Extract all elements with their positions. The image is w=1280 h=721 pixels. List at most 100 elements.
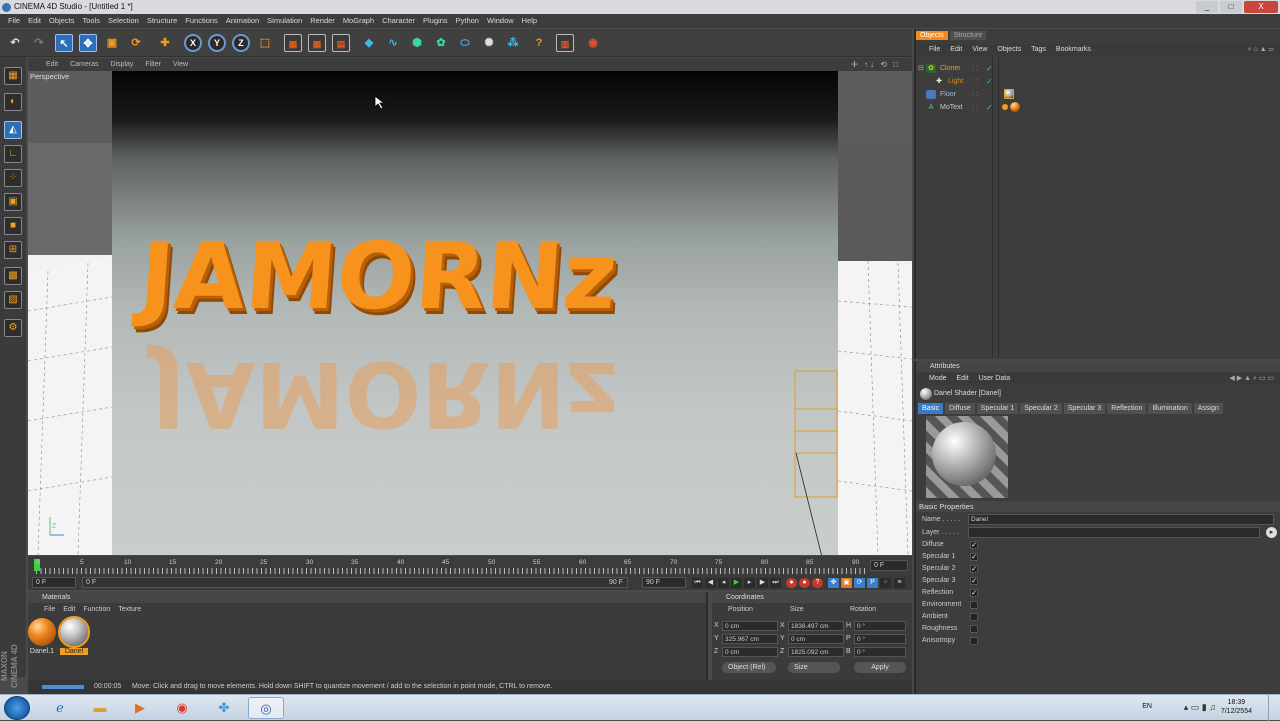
visibility-dots[interactable]: :: (972, 75, 980, 88)
material-orange-swatch[interactable] (28, 618, 56, 646)
prop-checkbox[interactable]: ✓ (970, 541, 978, 549)
tab-assign[interactable]: Assign (1193, 403, 1223, 414)
sculpt-icon[interactable]: ⚙ (4, 319, 22, 337)
environment-icon[interactable]: ⁂ (504, 34, 522, 52)
render-picture-viewer-icon[interactable]: ▦ (308, 34, 326, 52)
tray-icons[interactable]: ▴ ▭ ▮ ♫ (1184, 702, 1216, 713)
om-menu-objects[interactable]: Objects (992, 44, 1026, 56)
menu-animation[interactable]: Animation (222, 14, 263, 28)
menu-structure[interactable]: Structure (143, 14, 181, 28)
prev-key-icon[interactable]: ◀ (705, 578, 716, 588)
coordinate-system-icon[interactable]: ⬚ (256, 34, 274, 52)
live-selection-icon[interactable]: ↖ (55, 34, 73, 52)
position-key-icon[interactable]: ✥ (828, 578, 839, 588)
tab-structure[interactable]: Structure (949, 31, 987, 40)
file-explorer-icon[interactable]: ▬ (82, 697, 118, 719)
material-preview[interactable] (926, 416, 1008, 498)
rot-h-field[interactable]: 0 ° (854, 621, 906, 631)
menu-help[interactable]: Help (518, 14, 541, 28)
menu-mograph[interactable]: MoGraph (339, 14, 378, 28)
viewport[interactable]: JAMORNz JAMORNz Perspective Z (28, 71, 912, 555)
object-name[interactable]: Cloner (940, 62, 961, 75)
x-axis-lock-icon[interactable]: X (184, 34, 202, 52)
goto-start-icon[interactable]: ⏮ (692, 578, 703, 588)
om-menu-tags[interactable]: Tags (1026, 44, 1051, 56)
enabled-check[interactable]: ✓ (986, 75, 993, 88)
material-label-selected[interactable]: Danel (60, 648, 88, 655)
attr-menu-user-data[interactable]: User Data (974, 373, 1016, 385)
object-row-light[interactable]: ✚ Light :: ✓ (918, 75, 1280, 88)
materials-menu-texture[interactable]: Texture (114, 604, 145, 615)
timeline[interactable]: 0 5 10 15 20 25 30 35 40 45 50 55 60 65 … (28, 556, 912, 576)
enabled-check[interactable]: ✓ (986, 101, 993, 114)
minimize-button[interactable]: _ (1196, 1, 1218, 13)
object-row-cloner[interactable]: ⊟ ✿ Cloner :: ✓ (918, 62, 1280, 75)
size-z-field[interactable]: 1825.092 cm (788, 647, 844, 657)
tab-objects[interactable]: Objects (916, 31, 948, 40)
enabled-check[interactable]: ✓ (986, 62, 993, 75)
visibility-dots[interactable]: :: (972, 88, 980, 101)
maximize-button[interactable]: □ (1220, 1, 1242, 13)
cinema4d-taskbar-icon[interactable]: ◎ (248, 697, 284, 719)
viewport-nav-icons[interactable]: ✛ ↑↓ ⟲ □ (845, 58, 906, 71)
keyframe-selection-icon[interactable]: ? (812, 578, 823, 588)
current-frame-field[interactable]: 0 F (870, 560, 908, 571)
prop-checkbox[interactable]: ✓ (970, 577, 978, 585)
media-player-icon[interactable]: ▶ (122, 697, 158, 719)
viewport-menu-filter[interactable]: Filter (139, 58, 167, 71)
materials-menu-file[interactable]: File (40, 604, 59, 615)
model-mode-icon[interactable]: ◐ (4, 93, 22, 111)
next-frame-icon[interactable]: ▸ (744, 578, 755, 588)
start-frame-field[interactable]: 0 F (32, 577, 76, 588)
snap-icon[interactable]: ▨ (4, 291, 22, 309)
record-icon[interactable]: ● (786, 578, 797, 588)
autokey-icon[interactable]: ● (799, 578, 810, 588)
rot-p-field[interactable]: 0 ° (854, 634, 906, 644)
size-y-field[interactable]: 0 cm (788, 634, 844, 644)
om-menu-view[interactable]: View (967, 44, 992, 56)
menu-plugins[interactable]: Plugins (419, 14, 452, 28)
layer-field[interactable] (968, 527, 1260, 538)
menu-python[interactable]: Python (452, 14, 483, 28)
deformer-icon[interactable]: ⬭ (456, 34, 474, 52)
materials-menu-function[interactable]: Function (79, 604, 114, 615)
prev-frame-icon[interactable]: ◂ (718, 578, 729, 588)
scale-tool-icon[interactable]: ▣ (103, 34, 121, 52)
internet-explorer-icon[interactable]: ℯ (42, 697, 78, 719)
clock[interactable]: 18:39 7/12/2554 (1221, 698, 1252, 716)
nurbs-icon[interactable]: ⬢ (408, 34, 426, 52)
size-mode-dropdown[interactable]: Size (788, 662, 840, 673)
tab-basic[interactable]: Basic (918, 403, 944, 414)
timeline-ruler[interactable] (36, 568, 868, 574)
chrome-icon[interactable]: ◉ (164, 697, 200, 719)
coord-mode-dropdown[interactable]: Object (Rel) (722, 662, 776, 673)
scene-icon[interactable]: ✺ (480, 34, 498, 52)
size-x-field[interactable]: 1838.497 cm (788, 621, 844, 631)
attr-nav-icons[interactable]: ◀ ▶ ▲ ⌕ ▭ ▭ (1224, 373, 1280, 385)
next-key-icon[interactable]: ▶ (757, 578, 768, 588)
cube-icon[interactable]: ◆ (360, 34, 378, 52)
prop-checkbox[interactable]: ✓ (970, 565, 978, 573)
prop-checkbox[interactable]: ✓ (970, 553, 978, 561)
menu-objects[interactable]: Objects (45, 14, 78, 28)
undo-icon[interactable]: ↶ (6, 34, 24, 52)
polygons-mode-icon[interactable]: ■ (4, 217, 22, 235)
render-settings-icon[interactable]: ▤ (332, 34, 350, 52)
viewport-menu-edit[interactable]: Edit (40, 58, 64, 71)
viewport-menu-view[interactable]: View (167, 58, 194, 71)
material-grey-swatch[interactable] (58, 616, 90, 648)
prop-checkbox[interactable] (970, 625, 978, 633)
tab-specular-2[interactable]: Specular 2 (1020, 403, 1062, 414)
tab-illumination[interactable]: Illumination (1148, 403, 1192, 414)
frame-range-slider[interactable]: 0 F 90 F (82, 577, 628, 588)
redo-icon[interactable]: ↷ (30, 34, 48, 52)
object-mode-icon[interactable]: ◭ (4, 121, 22, 139)
array-icon[interactable]: ✿ (432, 34, 450, 52)
edges-mode-icon[interactable]: ▣ (4, 193, 22, 211)
pos-x-field[interactable]: 0 cm (722, 621, 778, 631)
materials-menu-edit[interactable]: Edit (59, 604, 79, 615)
selection-tag-icon[interactable] (1002, 104, 1008, 110)
make-editable-icon[interactable]: ▦ (4, 67, 22, 85)
rotate-tool-icon[interactable]: ⟳ (127, 34, 145, 52)
om-menu-edit[interactable]: Edit (945, 44, 967, 56)
